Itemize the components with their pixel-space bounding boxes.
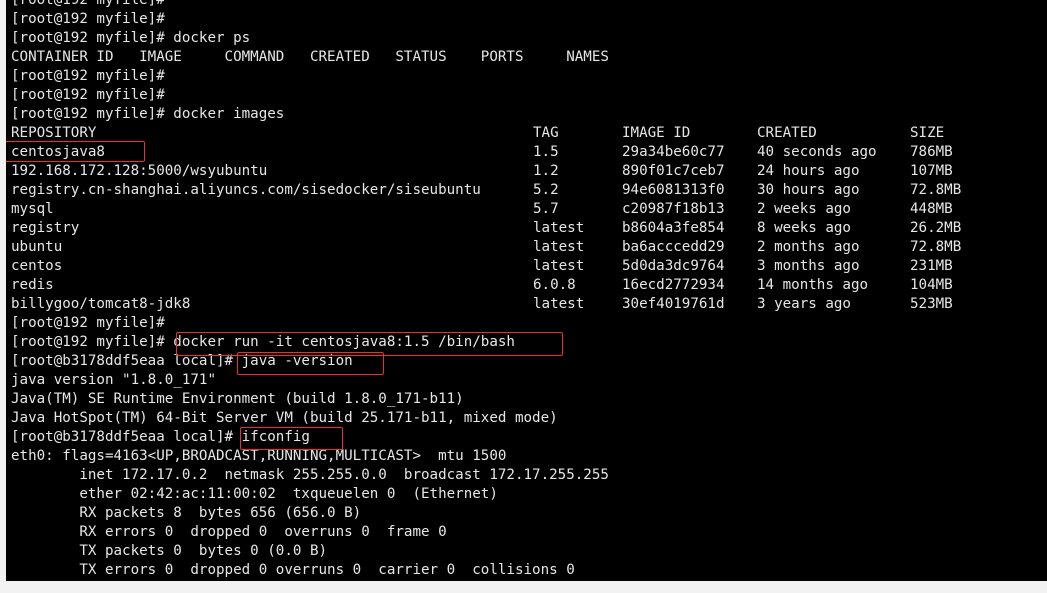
cell-repository: centosjava8 (11, 144, 105, 160)
docker-run-command-line: [root@192 myfile]# docker run -it centos… (11, 334, 515, 350)
terminal-line: TX packets 0 bytes 0 (0.0 B) (11, 543, 328, 559)
cell-created: 2 weeks ago (757, 201, 851, 217)
table-row: billygoo/tomcat8-jdk8 latest 30ef4019761… (11, 295, 953, 314)
cell-created: 14 months ago (757, 277, 869, 293)
table-row: centosjava8 1.5 29a34be60c77 40 seconds … (11, 143, 953, 162)
cell-size: 72.8MB (910, 182, 962, 198)
cell-image-id: 29a34be60c77 (622, 144, 725, 160)
cell-tag: latest (533, 296, 585, 312)
terminal-line: TX errors 0 dropped 0 overruns 0 carrier… (11, 562, 575, 578)
cell-tag: 6.0.8 (533, 277, 576, 293)
cell-tag: latest (533, 258, 585, 274)
cell-size: 523MB (910, 296, 953, 312)
terminal-line: Java(TM) SE Runtime Environment (build 1… (11, 391, 464, 407)
cell-tag: 1.2 (533, 163, 559, 179)
cell-created: 3 months ago (757, 258, 860, 274)
cell-created: 24 hours ago (757, 163, 860, 179)
cell-repository: registry (11, 220, 80, 236)
table-row: redis 6.0.8 16ecd2772934 14 months ago 1… (11, 276, 953, 295)
cell-repository: 192.168.172.128:5000/wsyubuntu (11, 163, 268, 179)
cell-repository: billygoo/tomcat8-jdk8 (11, 296, 191, 312)
terminal-line: RX packets 8 bytes 656 (656.0 B) (11, 505, 362, 521)
cell-tag: latest (533, 220, 585, 236)
cell-size: 231MB (910, 258, 953, 274)
cell-size: 107MB (910, 163, 953, 179)
ifconfig-command-line: [root@b3178ddf5eaa local]# ifconfig (11, 429, 310, 445)
cell-size: 72.8MB (910, 239, 962, 255)
header-size: SIZE (910, 125, 945, 141)
cell-repository: registry.cn-shanghai.aliyuncs.com/sisedo… (11, 182, 481, 198)
images-table-header: REPOSITORY TAG IMAGE ID CREATED SIZE (11, 124, 944, 143)
header-created: CREATED (757, 125, 817, 141)
terminal-window[interactable]: [root@192 myfile]# [root@192 myfile]# [r… (0, 0, 1047, 593)
cell-size: 26.2MB (910, 220, 962, 236)
terminal-line: [root@192 myfile]# (11, 68, 165, 84)
cell-tag: 5.2 (533, 182, 559, 198)
table-row: centos latest 5d0da3dc9764 3 months ago … (11, 257, 953, 276)
cell-repository: mysql (11, 201, 54, 217)
cell-created: 30 hours ago (757, 182, 860, 198)
header-tag: TAG (533, 125, 559, 141)
cell-image-id: 16ecd2772934 (622, 277, 725, 293)
cell-tag: 5.7 (533, 201, 559, 217)
table-row: 192.168.172.128:5000/wsyubuntu 1.2 890f0… (11, 162, 953, 181)
terminal-line: [root@192 myfile]# (11, 315, 165, 331)
terminal-line: RX errors 0 dropped 0 overruns 0 frame 0 (11, 524, 447, 540)
table-row: ubuntu latest ba6acccedd29 2 months ago … (11, 238, 961, 257)
table-row: registry latest b8604a3fe854 8 weeks ago… (11, 219, 961, 238)
cell-repository: ubuntu (11, 239, 63, 255)
cell-created: 3 years ago (757, 296, 851, 312)
terminal-line: [root@192 myfile]# (11, 87, 165, 103)
docker-ps-header: CONTAINER ID IMAGE COMMAND CREATED STATU… (11, 49, 609, 65)
terminal-line: java version "1.8.0_171" (11, 372, 216, 388)
table-row: mysql 5.7 c20987f18b13 2 weeks ago 448MB (11, 200, 953, 219)
terminal-line: [root@192 myfile]# (11, 11, 165, 27)
cell-image-id: 94e6081313f0 (622, 182, 725, 198)
left-edge (0, 0, 6, 593)
bottom-edge (0, 581, 1047, 593)
cell-image-id: b8604a3fe854 (622, 220, 725, 236)
cell-size: 448MB (910, 201, 953, 217)
terminal-line: [root@192 myfile]# (11, 0, 165, 8)
table-row: registry.cn-shanghai.aliyuncs.com/sisedo… (11, 181, 961, 200)
cell-image-id: 30ef4019761d (622, 296, 725, 312)
cell-repository: redis (11, 277, 54, 293)
terminal-line: ether 02:42:ac:11:00:02 txqueuelen 0 (Et… (11, 486, 498, 502)
cell-image-id: c20987f18b13 (622, 201, 725, 217)
cell-size: 786MB (910, 144, 953, 160)
cell-created: 2 months ago (757, 239, 860, 255)
cell-image-id: 5d0da3dc9764 (622, 258, 725, 274)
java-version-command-line: [root@b3178ddf5eaa local]# java -version (11, 353, 353, 369)
cell-size: 104MB (910, 277, 953, 293)
cell-image-id: 890f01c7ceb7 (622, 163, 725, 179)
cell-repository: centos (11, 258, 63, 274)
header-image-id: IMAGE ID (622, 125, 691, 141)
cell-image-id: ba6acccedd29 (622, 239, 725, 255)
terminal-line: [root@192 myfile]# docker ps (11, 30, 251, 46)
cell-tag: 1.5 (533, 144, 559, 160)
cell-created: 40 seconds ago (757, 144, 877, 160)
terminal-line: [root@192 myfile]# docker images (11, 106, 285, 122)
cell-created: 8 weeks ago (757, 220, 851, 236)
terminal-line: eth0: flags=4163<UP,BROADCAST,RUNNING,MU… (11, 448, 507, 464)
terminal-line: Java HotSpot(TM) 64-Bit Server VM (build… (11, 410, 558, 426)
cell-tag: latest (533, 239, 585, 255)
terminal-output: [root@192 myfile]# [root@192 myfile]# [r… (11, 0, 961, 580)
header-repository: REPOSITORY (11, 125, 97, 141)
terminal-line: inet 172.17.0.2 netmask 255.255.0.0 broa… (11, 467, 609, 483)
